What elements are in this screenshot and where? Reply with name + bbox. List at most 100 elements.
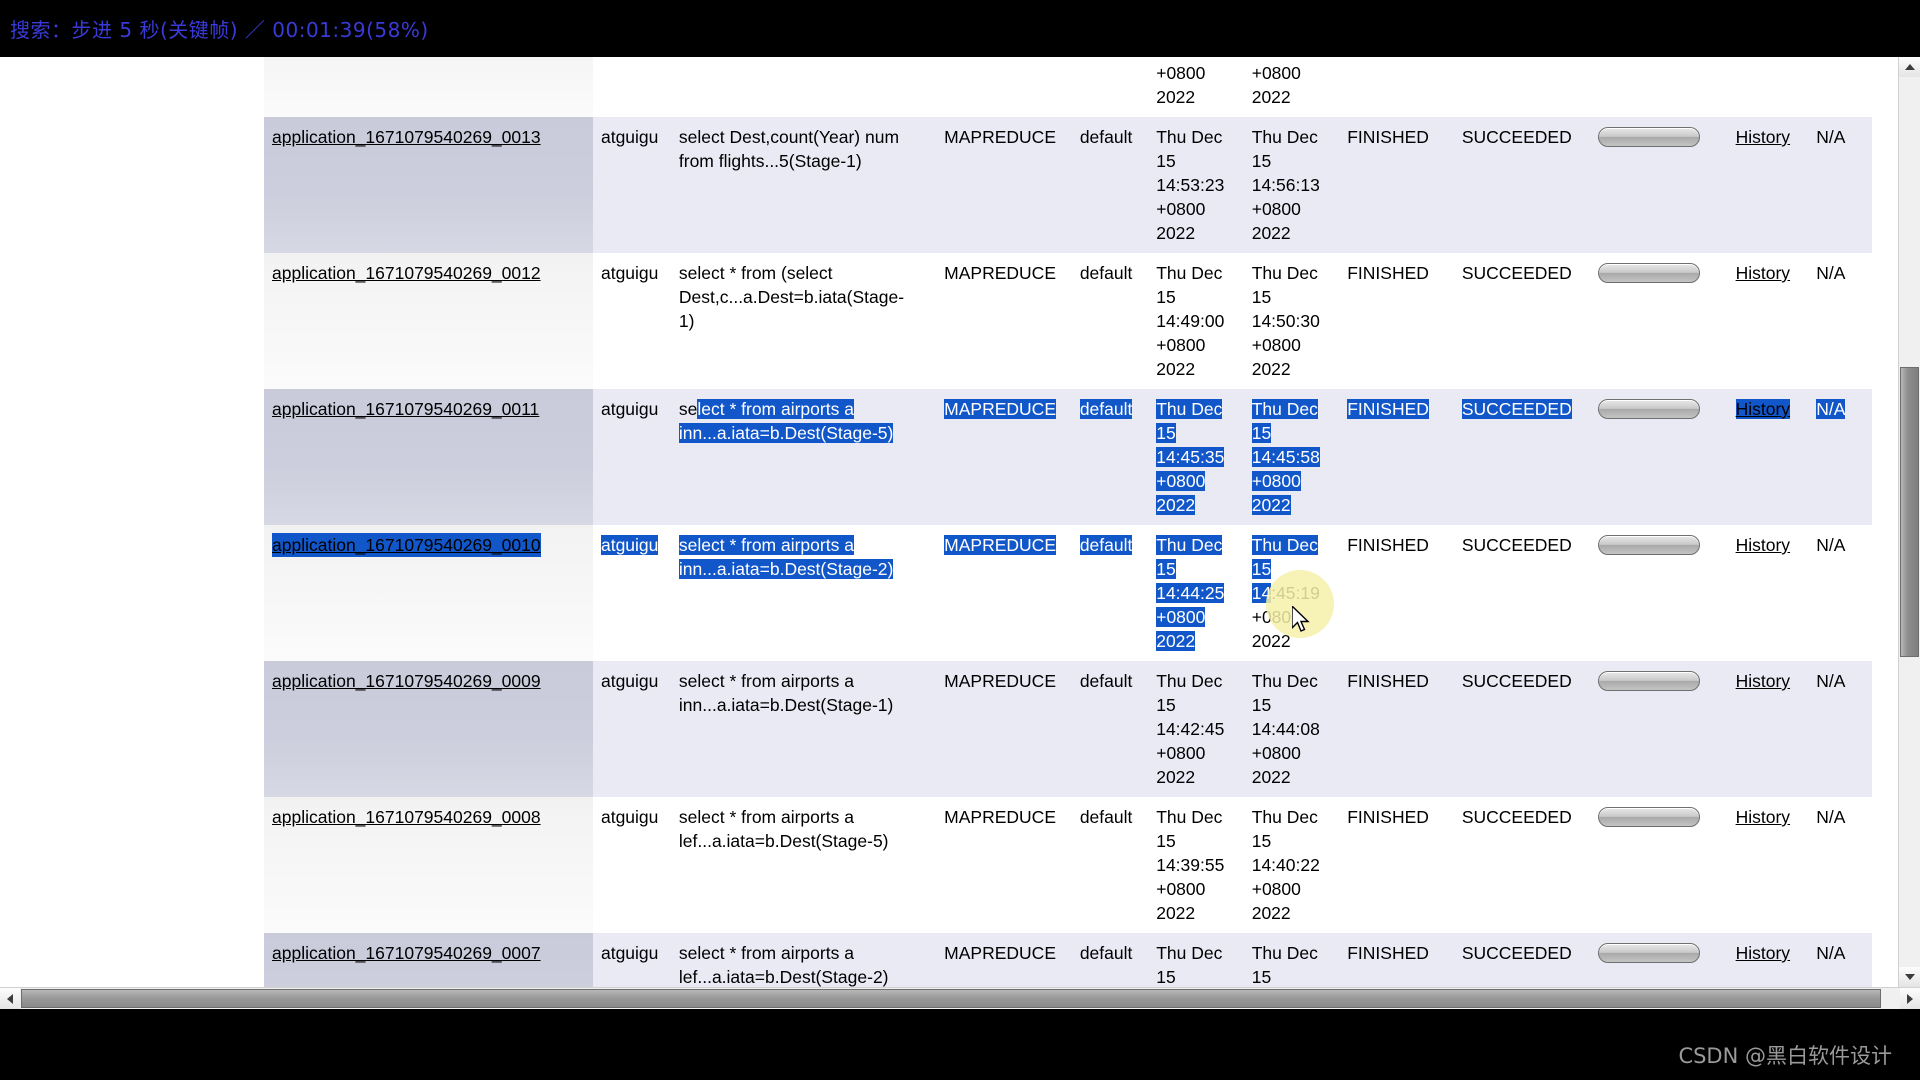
cell-tracking-ui[interactable] — [1727, 57, 1809, 117]
vertical-scrollbar[interactable] — [1898, 57, 1920, 987]
cell-app-id[interactable]: application_1671079540269_0010 — [264, 525, 593, 661]
cell-app-id[interactable]: application_1671079540269_0007 — [264, 933, 593, 987]
cell-app-id[interactable]: application_1671079540269_0013 — [264, 117, 593, 253]
bottom-letterbox-bar — [0, 1009, 1920, 1080]
player-status-text: 搜索：步进 5 秒(关键帧) ／ 00:01:39(58%) — [10, 18, 429, 42]
start-time-line: 15 — [1156, 967, 1176, 987]
app-id-link[interactable]: application_1671079540269_0012 — [272, 263, 541, 283]
cell-app-id[interactable]: application_1671079540269_0012 — [264, 253, 593, 389]
finish-time-line: +0800 — [1251, 335, 1301, 355]
cell-name: select * from airports a inn...a.iata=b.… — [670, 525, 937, 661]
app-type-selected: MAPREDUCE — [944, 399, 1056, 419]
cell-progress — [1589, 933, 1728, 987]
finish-time-line: +0800 — [1251, 199, 1301, 219]
cell-start-time: 14:56:24 +0800 2022 — [1148, 57, 1244, 117]
name-line: select Dest,count(Year) num — [678, 127, 900, 147]
cell-start-time: Thu Dec 15 14:42:45 +0800 2022 — [1148, 661, 1244, 797]
cell-progress — [1589, 117, 1728, 253]
start-time-line: Thu Dec — [1156, 535, 1223, 555]
cell-queue: default — [1071, 797, 1149, 933]
history-link[interactable]: History — [1736, 399, 1790, 419]
video-player-status-bar: 搜索：步进 5 秒(关键帧) ／ 00:01:39(58%) — [0, 0, 1920, 57]
name-line: inn...a.iata=b.Dest(Stage-5) — [678, 421, 928, 445]
start-time-line: +0800 — [1156, 199, 1206, 219]
app-id-link[interactable]: application_1671079540269_0008 — [272, 807, 541, 827]
scroll-down-arrow-icon[interactable] — [1899, 967, 1920, 987]
cell-finish-time: Thu Dec 15 14:50:30 +0800 2022 — [1243, 253, 1340, 389]
finish-time-line: 15 — [1251, 423, 1272, 443]
cell-tracking-ui[interactable]: History — [1727, 933, 1809, 987]
cell-tracking-ui[interactable]: History — [1727, 661, 1809, 797]
scroll-up-arrow-icon[interactable] — [1899, 57, 1920, 77]
cell-app-id[interactable] — [264, 57, 593, 117]
cell-state: FINISHED — [1339, 117, 1454, 253]
scroll-left-arrow-icon[interactable] — [0, 988, 20, 1009]
cell-app-id[interactable]: application_1671079540269_0009 — [264, 661, 593, 797]
table-row[interactable]: application_1671079540269_0011 atguigu s… — [264, 389, 1872, 525]
cell-finish-time: Thu Dec 15 14:44:08 +0800 2022 — [1243, 661, 1340, 797]
finish-time-line: 2022 — [1251, 87, 1291, 107]
progress-bar — [1597, 127, 1700, 147]
table-row[interactable]: application_1671079540269_0009 atguigu s… — [264, 661, 1872, 797]
history-link[interactable]: History — [1736, 263, 1790, 283]
history-link[interactable]: History — [1736, 535, 1790, 555]
cell-final-status: SUCCEEDED — [1453, 253, 1590, 389]
cell-tracking-ui[interactable]: History — [1727, 525, 1809, 661]
start-time-line: 2022 — [1156, 903, 1196, 923]
start-time-line: 2022 — [1156, 359, 1196, 379]
start-time-line: +0800 — [1156, 879, 1206, 899]
vertical-scrollbar-thumb[interactable] — [1900, 367, 1919, 657]
app-id-link[interactable]: application_1671079540269_0011 — [272, 399, 539, 419]
progress-bar — [1597, 807, 1700, 827]
finish-time-line: +0800 — [1251, 607, 1301, 627]
app-id-link[interactable]: application_1671079540269_0009 — [272, 671, 541, 691]
table-row[interactable]: application_1671079540269_0008 atguigu s… — [264, 797, 1872, 933]
name-line: select * from airports a — [678, 807, 854, 827]
scroll-right-arrow-icon[interactable] — [1900, 988, 1920, 1009]
start-time-line: 15 — [1156, 287, 1176, 307]
cell-app-type: MAPREDUCE — [936, 933, 1072, 987]
table-row[interactable]: application_1671079540269_0010 atguigu s… — [264, 525, 1872, 661]
finish-time-line: Thu Dec — [1251, 263, 1318, 283]
name-line: inn...a.iata=b.Dest(Stage-2) — [678, 559, 894, 579]
app-id-link[interactable]: application_1671079540269_0007 — [272, 943, 541, 963]
cell-tracking-ui[interactable]: History — [1727, 389, 1809, 525]
horizontal-scrollbar[interactable] — [0, 987, 1920, 1009]
start-time-line: Thu Dec — [1156, 399, 1223, 419]
app-id-link[interactable]: application_1671079540269_0013 — [272, 127, 541, 147]
cell-progress — [1589, 253, 1728, 389]
start-time-line: 15 — [1156, 423, 1176, 443]
cell-blacklisted-nodes: N/A — [1808, 117, 1872, 253]
horizontal-scrollbar-thumb[interactable] — [21, 989, 1881, 1008]
table-row[interactable]: application_1671079540269_0007 atguigu s… — [264, 933, 1872, 987]
table-row[interactable]: 14:56:24 +0800 2022 14:57:04 +0800 2022 — [264, 57, 1872, 117]
cell-app-id[interactable]: application_1671079540269_0011 — [264, 389, 593, 525]
table-row[interactable]: application_1671079540269_0013 atguigu s… — [264, 117, 1872, 253]
history-link[interactable]: History — [1736, 127, 1790, 147]
cell-finish-time: 14:57:04 +0800 2022 — [1243, 57, 1340, 117]
name-line: lef...a.iata=b.Dest(Stage-2) — [678, 967, 889, 987]
cell-app-id[interactable]: application_1671079540269_0008 — [264, 797, 593, 933]
start-time-line: 2022 — [1156, 223, 1196, 243]
finish-time-line: 2022 — [1251, 631, 1291, 651]
cell-tracking-ui[interactable]: History — [1727, 253, 1809, 389]
start-time-line: 15 — [1156, 559, 1176, 579]
cell-tracking-ui[interactable]: History — [1727, 117, 1809, 253]
start-time-line: 14:39:55 — [1156, 855, 1225, 875]
start-time-line: +0800 — [1156, 607, 1206, 627]
cell-state: FINISHED — [1339, 525, 1454, 661]
table-row[interactable]: application_1671079540269_0012 atguigu s… — [264, 253, 1872, 389]
finish-time-line: +0800 — [1251, 471, 1301, 491]
cell-finish-time: Thu Dec 15 14:40:22 +0800 2022 — [1243, 797, 1340, 933]
cell-tracking-ui[interactable]: History — [1727, 797, 1809, 933]
start-time-line: 2022 — [1156, 87, 1196, 107]
app-id-link[interactable]: application_1671079540269_0010 — [272, 535, 541, 555]
history-link[interactable]: History — [1736, 943, 1790, 963]
history-link[interactable]: History — [1736, 807, 1790, 827]
finish-time-line: 15 — [1251, 967, 1272, 987]
history-link[interactable]: History — [1736, 671, 1790, 691]
finish-time-line: 2022 — [1251, 359, 1291, 379]
finish-time-line: 2022 — [1251, 767, 1291, 787]
queue-selected: default — [1079, 399, 1133, 419]
start-time-line: 2022 — [1156, 767, 1196, 787]
